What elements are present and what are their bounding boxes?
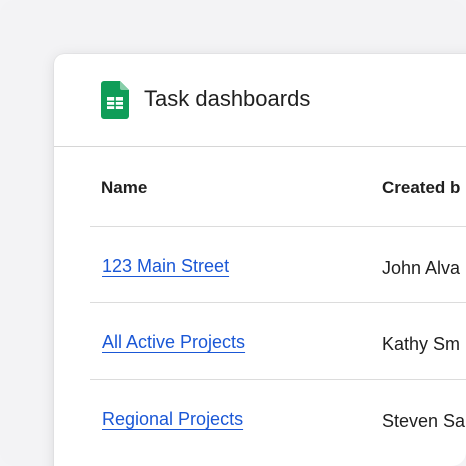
row-creator: Steven Sa (382, 411, 466, 431)
dashboard-link-all-active-projects[interactable]: All Active Projects (102, 332, 245, 353)
column-header-created-by: Created b (382, 178, 461, 197)
app-frame: Task dashboards Name Created b 123 Main … (0, 0, 466, 466)
row-divider (90, 302, 466, 303)
column-header-name: Name (101, 178, 148, 197)
dashboard-link-regional-projects[interactable]: Regional Projects (102, 409, 243, 430)
card-header: Task dashboards (54, 54, 466, 147)
row-creator: Kathy Sm (382, 334, 461, 354)
google-sheets-icon (101, 81, 129, 119)
row-divider (90, 379, 466, 380)
page-title: Task dashboards (144, 86, 311, 111)
dashboard-link-123-main-street[interactable]: 123 Main Street (102, 256, 229, 277)
header-divider (90, 226, 466, 227)
dashboard-card: Task dashboards Name Created b 123 Main … (54, 54, 466, 466)
row-creator: John Alva (382, 258, 461, 278)
